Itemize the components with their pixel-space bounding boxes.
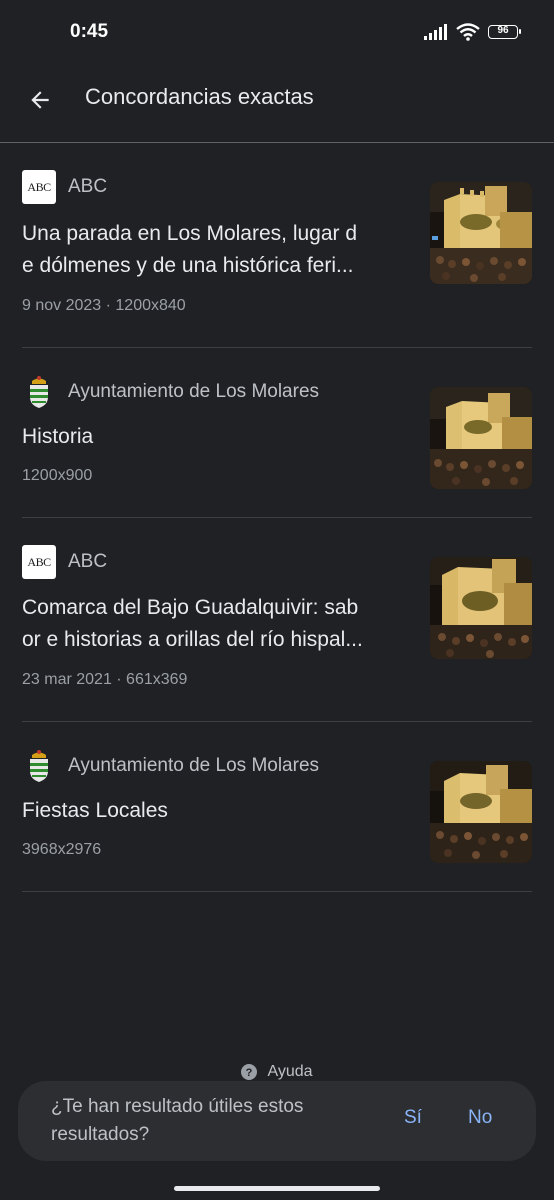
- feedback-no-button[interactable]: No: [468, 1107, 492, 1129]
- feedback-yes-button[interactable]: Sí: [404, 1107, 422, 1129]
- castle-night-image: [430, 387, 532, 489]
- result-thumbnail[interactable]: [430, 557, 532, 659]
- result-item[interactable]: ABC ABC Comarca del Bajo Guadalquivir: s…: [22, 538, 532, 722]
- page-title: Concordancias exactas: [85, 84, 314, 109]
- result-thumbnail[interactable]: [430, 761, 532, 863]
- result-meta: 23 mar 2021 · 661x369: [22, 671, 188, 688]
- source-name: Ayuntamiento de Los Molares: [68, 381, 320, 402]
- coat-of-arms-icon: [22, 375, 56, 409]
- result-thumbnail[interactable]: [430, 387, 532, 489]
- result-source: ABC ABC: [22, 170, 107, 204]
- app-bar: Concordancias exactas: [0, 64, 554, 143]
- feedback-question: ¿Te han resultado útiles estos resultado…: [51, 1096, 304, 1145]
- battery-icon: 96: [488, 25, 521, 39]
- back-button[interactable]: [20, 80, 60, 120]
- home-indicator[interactable]: [174, 1186, 380, 1191]
- result-title[interactable]: Historia: [22, 421, 405, 453]
- wifi-icon: [456, 23, 480, 41]
- castle-night-image: [430, 557, 532, 659]
- result-title[interactable]: Fiestas Locales: [22, 795, 405, 827]
- signal-icon: [424, 24, 447, 40]
- castle-night-image: [430, 761, 532, 863]
- result-title[interactable]: Una parada en Los Molares, lugar d e dól…: [22, 218, 405, 282]
- abc-logo: ABC: [22, 545, 56, 579]
- help-icon: ?: [241, 1064, 258, 1080]
- result-meta: 3968x2976: [22, 841, 102, 858]
- status-icons: 96: [424, 22, 521, 42]
- result-title[interactable]: Comarca del Bajo Guadalquivir: sab or e …: [22, 592, 405, 656]
- result-item[interactable]: Ayuntamiento de Los Molares Fiestas Loca…: [22, 742, 532, 892]
- result-item[interactable]: Ayuntamiento de Los Molares Historia 120…: [22, 368, 532, 518]
- svg-text:?: ?: [246, 1067, 253, 1079]
- source-name: ABC: [68, 551, 108, 572]
- source-name: ABC: [68, 176, 108, 197]
- help-label: Ayuda: [267, 1063, 313, 1080]
- status-bar: 0:45 96: [0, 0, 554, 64]
- castle-night-image: [430, 182, 532, 284]
- back-arrow-icon: [31, 91, 49, 109]
- coat-of-arms-icon: [22, 749, 56, 783]
- result-item[interactable]: ABC ABC Una parada en Los Molares, lugar…: [22, 164, 532, 348]
- source-name: Ayuntamiento de Los Molares: [68, 755, 320, 776]
- feedback-card: ¿Te han resultado útiles estos resultado…: [18, 1081, 536, 1161]
- result-source: Ayuntamiento de Los Molares: [22, 749, 319, 783]
- abc-logo: ABC: [22, 170, 56, 204]
- help-link[interactable]: ? Ayuda: [0, 1062, 554, 1082]
- result-source: ABC ABC: [22, 545, 107, 579]
- result-thumbnail[interactable]: [430, 182, 532, 284]
- status-time: 0:45: [70, 21, 109, 42]
- result-source: Ayuntamiento de Los Molares: [22, 375, 319, 409]
- result-meta: 9 nov 2023 · 1200x840: [22, 297, 186, 314]
- battery-level: 96: [497, 25, 509, 36]
- result-meta: 1200x900: [22, 467, 93, 484]
